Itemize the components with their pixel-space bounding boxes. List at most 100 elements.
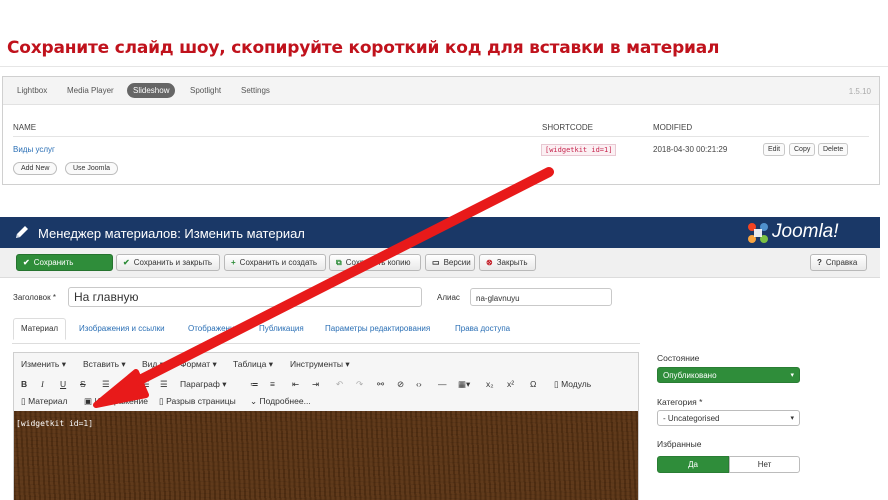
featured-yes-button[interactable]: Да bbox=[657, 456, 729, 473]
tab-edit-options[interactable]: Параметры редактирования bbox=[325, 324, 430, 333]
category-label: Категория * bbox=[657, 397, 703, 407]
page-break-icon: ▯ bbox=[159, 396, 164, 406]
read-more-label: Подробнее... bbox=[259, 396, 311, 406]
tab-display[interactable]: Отображение bbox=[188, 324, 239, 333]
redo-icon[interactable]: ↷ bbox=[356, 379, 363, 390]
column-header-shortcode: SHORTCODE bbox=[542, 123, 593, 132]
subscript-icon[interactable]: x₂ bbox=[486, 379, 494, 389]
align-left-icon[interactable]: ☰ bbox=[102, 379, 110, 390]
menu-edit[interactable]: Изменить ▾ bbox=[21, 359, 66, 370]
alias-input[interactable]: na-glavnuyu bbox=[470, 288, 612, 306]
save-label: Сохранить bbox=[33, 258, 74, 267]
bullet-list-icon[interactable]: ≔ bbox=[250, 379, 259, 390]
align-right-icon[interactable]: ☰ bbox=[142, 379, 150, 390]
italic-icon[interactable]: I bbox=[41, 379, 44, 389]
version-label: 1.5.10 bbox=[848, 87, 871, 96]
tab-article[interactable]: Материал bbox=[13, 318, 67, 340]
save-close-button[interactable]: ✔ Сохранить и закрыть bbox=[116, 254, 220, 271]
column-header-modified: MODIFIED bbox=[653, 123, 693, 132]
superscript-icon[interactable]: x² bbox=[507, 379, 514, 389]
featured-label: Избранные bbox=[657, 439, 702, 449]
align-justify-icon[interactable]: ☰ bbox=[160, 379, 168, 390]
chevron-down-icon: ▾ bbox=[790, 372, 794, 379]
category-value: - Uncategorised bbox=[663, 414, 720, 423]
save-new-button[interactable]: + Сохранить и создать bbox=[224, 254, 326, 271]
delete-button[interactable]: Delete bbox=[818, 143, 849, 156]
shortcode-value[interactable]: [widgetkit id=1] bbox=[541, 144, 617, 156]
divider bbox=[0, 66, 888, 67]
joomla-header: Менеджер материалов: Изменить материал J… bbox=[0, 217, 880, 248]
numbered-list-icon[interactable]: ≡ bbox=[270, 379, 275, 389]
status-select[interactable]: Опубликовано ▾ bbox=[657, 367, 800, 383]
tab-lightbox[interactable]: Lightbox bbox=[11, 83, 53, 98]
read-more-button[interactable]: ⌄ Подробнее... bbox=[250, 396, 311, 407]
undo-icon[interactable]: ↶ bbox=[336, 379, 343, 390]
insert-article-button[interactable]: ▯ Материал bbox=[21, 396, 67, 407]
title-input[interactable]: На главную bbox=[68, 287, 422, 307]
plus-icon: + bbox=[231, 258, 236, 267]
copy-button[interactable]: Copy bbox=[789, 143, 816, 156]
column-header-name: NAME bbox=[13, 123, 37, 132]
table-divider bbox=[13, 136, 869, 137]
horizontal-rule-icon[interactable]: — bbox=[438, 379, 447, 389]
menu-insert[interactable]: Вставить ▾ bbox=[83, 359, 126, 370]
strikethrough-icon[interactable]: S bbox=[80, 379, 86, 389]
tab-permissions[interactable]: Права доступа bbox=[455, 324, 510, 333]
tab-images-links[interactable]: Изображения и ссылки bbox=[79, 324, 165, 333]
close-icon: ⊗ bbox=[486, 258, 493, 267]
modified-date: 2018-04-30 00:21:29 bbox=[653, 145, 728, 154]
menu-table[interactable]: Таблица ▾ bbox=[233, 359, 273, 370]
alias-label: Алиас bbox=[437, 293, 460, 302]
help-label: Справка bbox=[825, 258, 858, 267]
editor-extra-buttons: ▯ Материал ▣ Изображение ▯ Разрыв страни… bbox=[14, 396, 638, 412]
tab-publishing[interactable]: Публикация bbox=[259, 324, 304, 333]
action-toolbar: ✔ Сохранить ✔ Сохранить и закрыть + Сохрани… bbox=[0, 248, 880, 278]
insert-image-button[interactable]: ▣ Изображение bbox=[84, 396, 148, 407]
add-new-button[interactable]: Add New bbox=[13, 162, 58, 175]
indent-icon[interactable]: ⇥ bbox=[312, 379, 319, 390]
page-break-button[interactable]: ▯ Разрыв страницы bbox=[159, 396, 236, 407]
help-button[interactable]: ? Справка bbox=[810, 254, 867, 271]
module-button[interactable]: ▯ Модуль bbox=[554, 379, 591, 390]
menu-tools[interactable]: Инструменты ▾ bbox=[290, 359, 350, 370]
save-copy-button[interactable]: ⧉ Сохранить копию bbox=[329, 254, 421, 271]
menu-view[interactable]: Вид ▾ bbox=[142, 359, 164, 370]
editor-content-area[interactable]: [widgetkit id=1] bbox=[14, 411, 638, 500]
close-button[interactable]: ⊗ Закрыть bbox=[479, 254, 536, 271]
editor-menubar: Изменить ▾ Вставить ▾ Вид ▾ Формат ▾ Таб… bbox=[14, 353, 638, 375]
featured-no-button[interactable]: Нет bbox=[729, 456, 800, 473]
use-joomla-button[interactable]: Use Joomla bbox=[65, 162, 118, 175]
unlink-icon[interactable]: ⊘ bbox=[397, 379, 404, 390]
page-title: Менеджер материалов: Изменить материал bbox=[38, 226, 305, 241]
pencil-icon bbox=[16, 226, 28, 238]
bold-icon[interactable]: B bbox=[21, 379, 27, 389]
tab-settings[interactable]: Settings bbox=[235, 83, 276, 98]
format-select[interactable]: Параграф ▾ bbox=[180, 379, 226, 390]
edit-button[interactable]: Edit bbox=[763, 143, 786, 156]
chevron-down-icon: ▾ bbox=[790, 415, 794, 422]
slideshow-name-link[interactable]: Виды услуг bbox=[13, 145, 55, 154]
image-icon: ▣ bbox=[84, 396, 93, 406]
code-icon[interactable]: ‹› bbox=[416, 379, 422, 389]
tab-slideshow[interactable]: Slideshow bbox=[127, 83, 176, 98]
category-select[interactable]: - Uncategorised ▾ bbox=[657, 410, 800, 426]
widgetkit-tabs: Lightbox Media Player Slideshow Spotligh… bbox=[3, 77, 879, 105]
menu-format[interactable]: Формат ▾ bbox=[180, 359, 217, 370]
save-copy-label: Сохранить копию bbox=[345, 258, 411, 267]
status-value: Опубликовано bbox=[663, 371, 717, 380]
tab-spotlight[interactable]: Spotlight bbox=[184, 83, 227, 98]
special-char-icon[interactable]: Ω bbox=[530, 379, 536, 389]
joomla-article-editor: Менеджер материалов: Изменить материал J… bbox=[0, 217, 888, 500]
versions-button[interactable]: ▭ Версии bbox=[425, 254, 475, 271]
insert-image-label: Изображение bbox=[94, 396, 148, 406]
outdent-icon[interactable]: ⇤ bbox=[292, 379, 299, 390]
link-icon[interactable]: ⚯ bbox=[377, 379, 384, 390]
table-icon[interactable]: ▦▾ bbox=[458, 379, 470, 390]
copy-icon: ⧉ bbox=[336, 258, 342, 267]
save-button[interactable]: ✔ Сохранить bbox=[16, 254, 113, 271]
page-break-label: Разрыв страницы bbox=[166, 396, 236, 406]
insert-article-label: Материал bbox=[28, 396, 68, 406]
tabs-divider bbox=[12, 343, 640, 344]
underline-icon[interactable]: U bbox=[60, 379, 66, 389]
tab-media-player[interactable]: Media Player bbox=[61, 83, 120, 98]
